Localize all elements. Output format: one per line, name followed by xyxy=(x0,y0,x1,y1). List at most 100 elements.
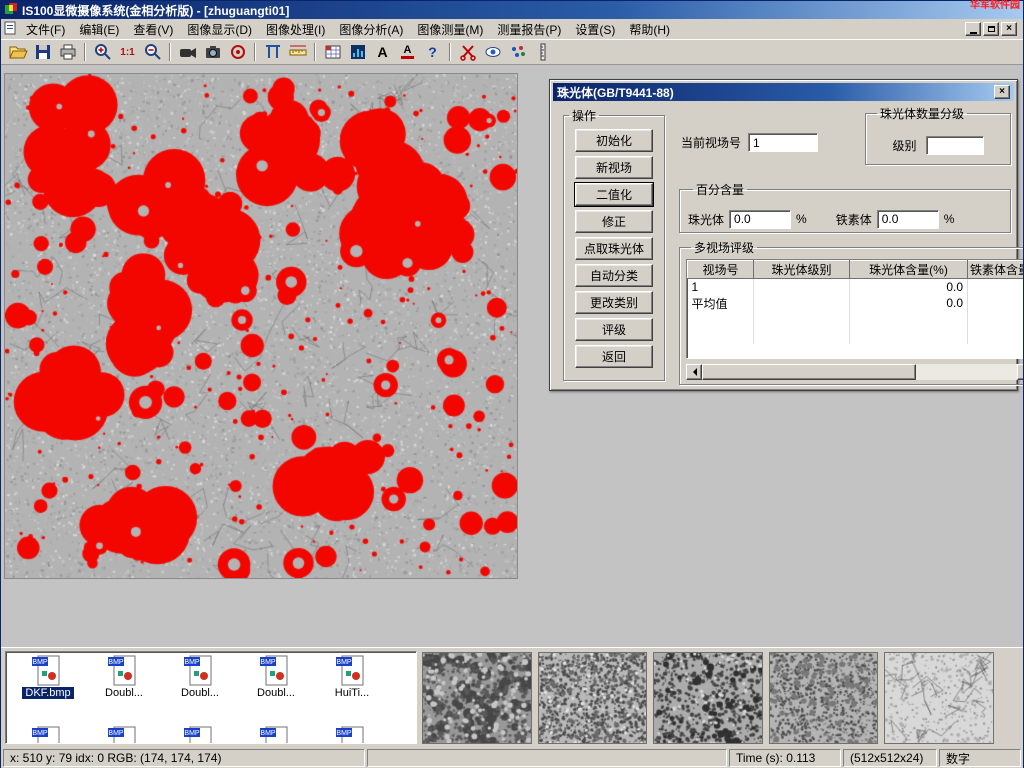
menu-edit[interactable]: 编辑(E) xyxy=(72,19,126,40)
svg-text:BMP: BMP xyxy=(184,659,200,666)
menu-help[interactable]: 帮助(H) xyxy=(622,19,677,40)
file-label[interactable]: HuiTi... xyxy=(332,687,372,699)
dialog-titlebar[interactable]: 珠光体(GB/T9441-88) × xyxy=(553,83,1014,101)
actual-size-button[interactable]: 1:1 xyxy=(115,41,140,63)
zoom-out-button[interactable] xyxy=(140,41,165,63)
col-header-field-no[interactable]: 视场号 xyxy=(688,261,754,279)
video-capture-button[interactable] xyxy=(175,41,200,63)
thumbnail-4[interactable] xyxy=(769,652,879,744)
delete-cut-button[interactable] xyxy=(455,41,480,63)
capture-target-button[interactable] xyxy=(225,41,250,63)
binarize-button[interactable]: 二值化 xyxy=(575,183,653,206)
scrollbar-thumb[interactable] xyxy=(702,364,916,380)
file-browser[interactable]: BMP DKF.bmp BMP Doubl... BMP Doubl... BM… xyxy=(5,651,417,744)
titlebar[interactable]: IS100显微摄像系统(金相分析版) - [zhuguangti01] 华军软件… xyxy=(1,1,1023,19)
menu-view[interactable]: 查看(V) xyxy=(126,19,180,40)
grade-input[interactable] xyxy=(926,136,984,155)
file-item[interactable]: BMP Doubl... xyxy=(162,654,238,699)
zoom-in-button[interactable] xyxy=(90,41,115,63)
mdi-minimize-button[interactable] xyxy=(965,22,981,36)
dialog-title: 珠光体(GB/T9441-88) xyxy=(557,84,674,101)
auto-classify-button[interactable]: 自动分类 xyxy=(575,264,653,287)
scroll-right-button[interactable] xyxy=(1017,364,1023,380)
col-header-ferrite-content[interactable]: 铁素体含量(%) xyxy=(968,261,1024,279)
view-eye-button[interactable] xyxy=(480,41,505,63)
help-button[interactable]: ? xyxy=(420,41,445,63)
file-item[interactable]: BMP xyxy=(10,725,86,744)
menu-settings[interactable]: 设置(S) xyxy=(568,19,622,40)
mdi-close-button[interactable]: × xyxy=(1001,22,1017,36)
mdi-restore-button[interactable] xyxy=(983,22,999,36)
font-color-button[interactable]: A xyxy=(395,41,420,63)
camera-button[interactable] xyxy=(200,41,225,63)
svg-text:BMP: BMP xyxy=(32,659,48,666)
return-button[interactable]: 返回 xyxy=(575,345,653,368)
file-label[interactable]: Doubl... xyxy=(178,687,222,699)
new-field-button[interactable]: 新视场 xyxy=(575,156,653,179)
save-button[interactable] xyxy=(30,41,55,63)
change-class-button[interactable]: 更改类别 xyxy=(575,291,653,314)
letter-a-icon: A xyxy=(377,45,387,59)
print-button[interactable] xyxy=(55,41,80,63)
bmp-file-icon: BMP xyxy=(106,654,142,687)
file-item[interactable]: BMP xyxy=(314,725,390,744)
correct-button[interactable]: 修正 xyxy=(575,210,653,233)
menu-report[interactable]: 测量报告(P) xyxy=(490,19,568,40)
ruler-measure-button[interactable] xyxy=(285,41,310,63)
file-item[interactable]: BMP Doubl... xyxy=(86,654,162,699)
point-marker-button[interactable] xyxy=(505,41,530,63)
dialog-close-button[interactable]: × xyxy=(994,85,1010,99)
file-label[interactable]: Doubl... xyxy=(102,687,146,699)
menu-image-process[interactable]: 图像处理(I) xyxy=(259,19,332,40)
percent-group-label: 百分含量 xyxy=(693,181,747,198)
col-header-pearlite-grade[interactable]: 珠光体级别 xyxy=(754,261,850,279)
menu-image-analysis[interactable]: 图像分析(A) xyxy=(332,19,410,40)
target-icon xyxy=(228,42,248,62)
scrollbar-track[interactable] xyxy=(702,364,1017,380)
thumbnail-5[interactable] xyxy=(884,652,994,744)
operation-group-label: 操作 xyxy=(569,107,599,124)
file-item[interactable]: BMP xyxy=(162,725,238,744)
rate-button[interactable]: 评级 xyxy=(575,318,653,341)
file-item[interactable]: BMP xyxy=(86,725,162,744)
table-row[interactable]: 平均值 0.0 xyxy=(688,295,1024,312)
percent-sign: % xyxy=(796,212,807,226)
operation-group: 操作 初始化 新视场 二值化 修正 点取珠光体 自动分类 更改类别 评级 返回 xyxy=(563,107,665,381)
file-label[interactable]: Doubl... xyxy=(254,687,298,699)
pearlite-input[interactable]: 0.0 xyxy=(729,210,791,229)
grid-measure-button[interactable] xyxy=(320,41,345,63)
file-item[interactable]: BMP xyxy=(238,725,314,744)
metallographic-image[interactable] xyxy=(4,73,518,579)
red-scissors-icon xyxy=(458,42,478,62)
histogram-button[interactable] xyxy=(345,41,370,63)
init-button[interactable]: 初始化 xyxy=(575,129,653,152)
pick-pearlite-button[interactable]: 点取珠光体 xyxy=(575,237,653,260)
current-field-input[interactable]: 1 xyxy=(748,133,818,152)
help-icon: ? xyxy=(428,44,437,60)
thumbnail-3[interactable] xyxy=(653,652,763,744)
menu-image-measure[interactable]: 图像测量(M) xyxy=(410,19,490,40)
svg-text:BMP: BMP xyxy=(260,659,276,666)
thumbnail-1[interactable] xyxy=(422,652,532,744)
text-annotate-button[interactable]: A xyxy=(370,41,395,63)
menu-file[interactable]: 文件(F) xyxy=(19,19,72,40)
table-row-empty xyxy=(688,312,1024,328)
file-item[interactable]: BMP DKF.bmp xyxy=(10,654,86,699)
cell-content: 0.0 xyxy=(850,279,968,295)
file-label[interactable]: DKF.bmp xyxy=(22,687,73,699)
caliper-button[interactable] xyxy=(260,41,285,63)
file-item[interactable]: BMP HuiTi... xyxy=(314,654,390,699)
open-button[interactable] xyxy=(5,41,30,63)
thumbnail-2[interactable] xyxy=(538,652,648,744)
bmp-file-icon: BMP xyxy=(30,725,66,744)
file-item[interactable]: BMP Doubl... xyxy=(238,654,314,699)
scale-bar-button[interactable] xyxy=(530,41,555,63)
col-header-pearlite-content[interactable]: 珠光体含量(%) xyxy=(850,261,968,279)
one-to-one-icon: 1:1 xyxy=(120,47,134,58)
scroll-left-button[interactable] xyxy=(686,364,702,380)
table-row[interactable]: 1 0.0 xyxy=(688,279,1024,295)
bmp-file-icon: BMP xyxy=(106,725,142,744)
ferrite-input[interactable]: 0.0 xyxy=(877,210,939,229)
toolbar-separator xyxy=(169,43,171,61)
menu-image-display[interactable]: 图像显示(D) xyxy=(180,19,259,40)
